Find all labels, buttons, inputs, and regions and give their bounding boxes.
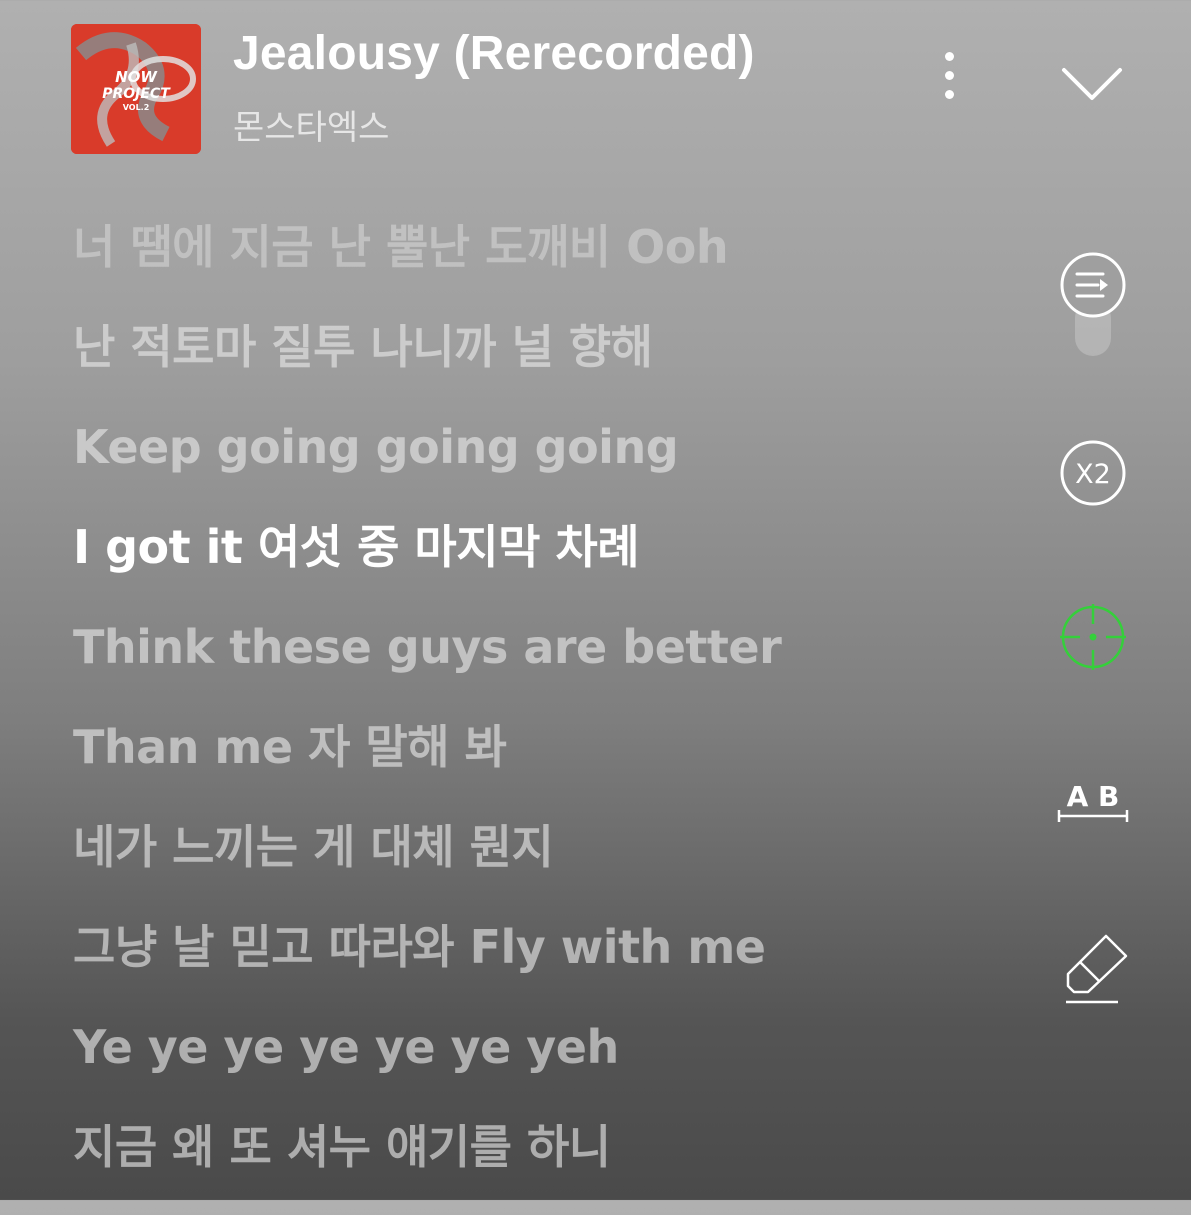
speed-button[interactable]: X2 bbox=[1058, 440, 1128, 506]
lyric-line[interactable]: Keep going going going bbox=[73, 415, 1033, 515]
chevron-down-icon bbox=[1062, 68, 1122, 100]
lyric-line[interactable]: 그냥 날 믿고 따라와 Fly with me bbox=[73, 915, 1033, 1015]
lyric-line[interactable]: Than me 자 말해 봐 bbox=[73, 715, 1033, 815]
collapse-button[interactable] bbox=[1058, 62, 1126, 106]
more-vertical-icon-dot bbox=[945, 52, 954, 61]
lyric-line[interactable]: 지금 왜 또 셔누 얘기를 하니 bbox=[73, 1115, 1033, 1215]
album-art-text-3: VOL.2 bbox=[123, 103, 150, 112]
lyrics-list: 너 땜에 지금 난 뿔난 도깨비 Ooh 난 적토마 질투 나니까 널 향해 K… bbox=[73, 215, 1033, 1215]
lyric-line[interactable]: Ye ye ye ye ye ye yeh bbox=[73, 1015, 1033, 1115]
track-title: Jealousy (Rerecorded) bbox=[233, 27, 755, 80]
highlight-button[interactable] bbox=[1060, 930, 1132, 1008]
album-art: NOW PROJECT VOL.2 bbox=[71, 24, 201, 154]
focus-button[interactable] bbox=[1058, 602, 1128, 672]
auto-scroll-icon bbox=[1060, 252, 1126, 356]
speed-label: X2 bbox=[1075, 459, 1111, 490]
lyric-line[interactable]: 난 적토마 질투 나니까 널 향해 bbox=[73, 315, 1033, 415]
more-options-button[interactable] bbox=[930, 50, 970, 110]
highlighter-icon bbox=[1066, 934, 1128, 1004]
focus-crosshair-icon bbox=[1060, 604, 1126, 670]
translate-button[interactable]: A B bbox=[1055, 778, 1131, 828]
track-artist[interactable]: 몬스타엑스 bbox=[233, 100, 389, 149]
more-vertical-icon-dot bbox=[945, 90, 954, 99]
lyric-line[interactable]: 너 땜에 지금 난 뿔난 도깨비 Ooh bbox=[73, 215, 1033, 315]
album-art-text-2: PROJECT bbox=[102, 86, 171, 102]
auto-scroll-toggle[interactable] bbox=[1058, 250, 1128, 360]
lyric-line-active[interactable]: I got it 여섯 중 마지막 차례 bbox=[73, 515, 1033, 615]
lyric-line[interactable]: 네가 느끼는 게 대체 뭔지 bbox=[73, 815, 1033, 915]
lyric-line[interactable]: Think these guys are better bbox=[73, 615, 1033, 715]
speed-icon: X2 bbox=[1060, 440, 1126, 506]
more-vertical-icon-dot bbox=[945, 71, 954, 80]
translate-icon: A B bbox=[1057, 780, 1129, 822]
translate-label: A B bbox=[1067, 780, 1120, 813]
album-art-text-1: NOW bbox=[115, 68, 158, 86]
album-art-graphic: NOW PROJECT VOL.2 bbox=[71, 24, 201, 154]
